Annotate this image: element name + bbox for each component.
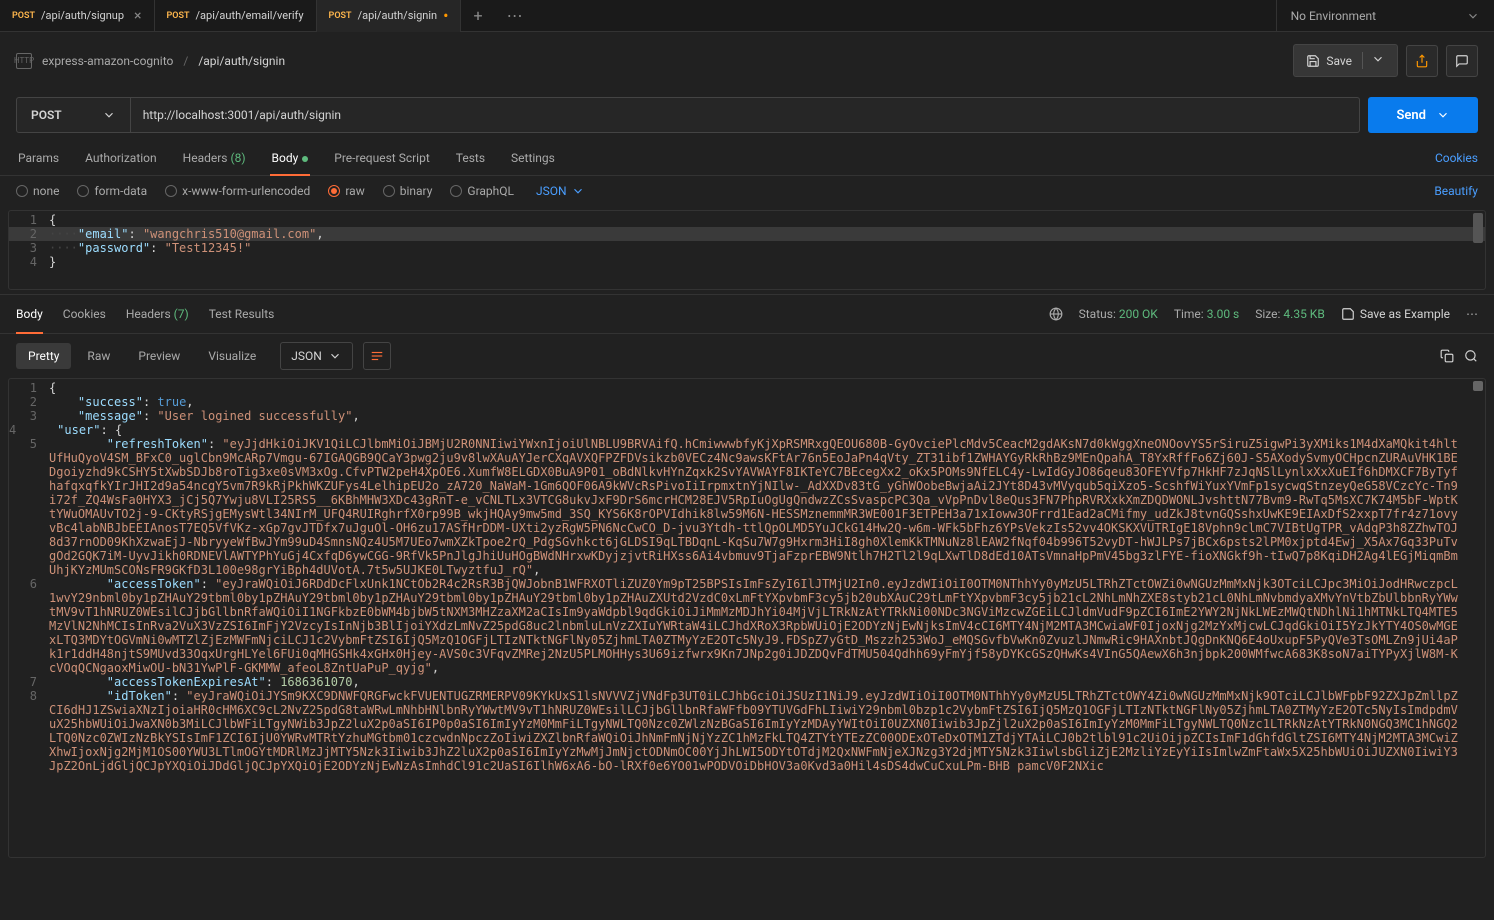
tab-more-button[interactable]: ⋯ — [495, 6, 535, 25]
tab-signin[interactable]: POST /api/auth/signin • — [317, 0, 462, 32]
resp-tab-headers[interactable]: Headers (7) — [126, 303, 189, 325]
breadcrumb-request: /api/auth/signin — [198, 54, 285, 68]
request-body-editor[interactable]: 1{ 2····"email": "wangchris510@gmail.com… — [8, 210, 1486, 290]
response-body-editor[interactable]: 1{ 2 "success": true, 3 "message": "User… — [8, 378, 1486, 858]
save-chevron[interactable] — [1362, 52, 1385, 69]
tab-close-icon[interactable]: × — [134, 8, 141, 24]
tab-verify[interactable]: POST /api/auth/email/verify — [155, 0, 317, 32]
chevron-down-icon — [1436, 108, 1450, 122]
body-active-dot — [302, 156, 308, 162]
beautify-button[interactable]: Beautify — [1434, 184, 1478, 198]
resp-lang-select[interactable]: JSON — [280, 342, 353, 370]
body-type-raw[interactable]: raw — [328, 184, 364, 198]
send-button[interactable]: Send — [1368, 97, 1478, 133]
share-icon — [1415, 54, 1429, 68]
chevron-down-icon — [1466, 9, 1480, 23]
view-raw[interactable]: Raw — [75, 343, 122, 369]
resp-tab-cookies[interactable]: Cookies — [63, 303, 106, 325]
raw-lang-select[interactable]: JSON — [536, 184, 585, 198]
tab-authorization[interactable]: Authorization — [83, 141, 159, 175]
resp-tab-body[interactable]: Body — [16, 303, 43, 325]
save-icon — [1341, 307, 1355, 321]
save-button[interactable]: Save — [1293, 44, 1398, 77]
tab-params[interactable]: Params — [16, 141, 61, 175]
view-visualize[interactable]: Visualize — [196, 343, 268, 369]
comments-button[interactable] — [1446, 45, 1478, 77]
add-tab-button[interactable]: + — [461, 6, 494, 25]
resp-tab-tests[interactable]: Test Results — [209, 303, 275, 325]
chevron-down-icon — [102, 108, 116, 122]
comment-icon — [1455, 54, 1469, 68]
body-type-formdata[interactable]: form-data — [77, 184, 147, 198]
tab-tests[interactable]: Tests — [454, 141, 487, 175]
share-button[interactable] — [1406, 45, 1438, 77]
tab-headers[interactable]: Headers (8) — [181, 141, 248, 175]
tab-prerequest[interactable]: Pre-request Script — [332, 141, 431, 175]
search-icon[interactable] — [1464, 349, 1478, 363]
url-input[interactable]: http://localhost:3001/api/auth/signin — [131, 97, 1361, 133]
unsaved-dot-icon: • — [443, 8, 448, 24]
view-preview[interactable]: Preview — [126, 343, 192, 369]
chevron-down-icon — [571, 184, 585, 198]
save-example-button[interactable]: Save as Example — [1341, 307, 1450, 321]
save-icon — [1306, 54, 1320, 68]
tab-body[interactable]: Body — [270, 141, 311, 175]
http-icon: HTTP — [16, 53, 32, 69]
chevron-down-icon — [328, 349, 342, 363]
wrap-icon — [370, 349, 384, 363]
network-icon[interactable] — [1049, 307, 1063, 321]
copy-icon[interactable] — [1440, 349, 1454, 363]
body-type-urlencoded[interactable]: x-www-form-urlencoded — [165, 184, 310, 198]
tab-signup[interactable]: POST /api/auth/signup × — [0, 0, 155, 32]
more-icon[interactable]: ⋯ — [1466, 307, 1478, 321]
scrollbar-thumb[interactable] — [1473, 213, 1483, 243]
cookies-link[interactable]: Cookies — [1435, 151, 1478, 165]
tab-settings[interactable]: Settings — [509, 141, 557, 175]
method-select[interactable]: POST — [16, 97, 131, 133]
wrap-lines-button[interactable] — [363, 342, 391, 370]
view-pretty[interactable]: Pretty — [16, 343, 71, 369]
status-label: Status: 200 OK — [1079, 307, 1158, 321]
body-type-graphql[interactable]: GraphQL — [450, 184, 514, 198]
size-label: Size: 4.35 KB — [1255, 307, 1325, 321]
breadcrumb-collection[interactable]: express-amazon-cognito — [42, 54, 173, 68]
environment-selector[interactable]: No Environment — [1276, 0, 1494, 32]
body-type-none[interactable]: none — [16, 184, 59, 198]
body-type-binary[interactable]: binary — [383, 184, 433, 198]
time-label: Time: 3.00 s — [1174, 307, 1239, 321]
scrollbar-thumb[interactable] — [1473, 381, 1483, 391]
chevron-down-icon — [1371, 52, 1385, 66]
